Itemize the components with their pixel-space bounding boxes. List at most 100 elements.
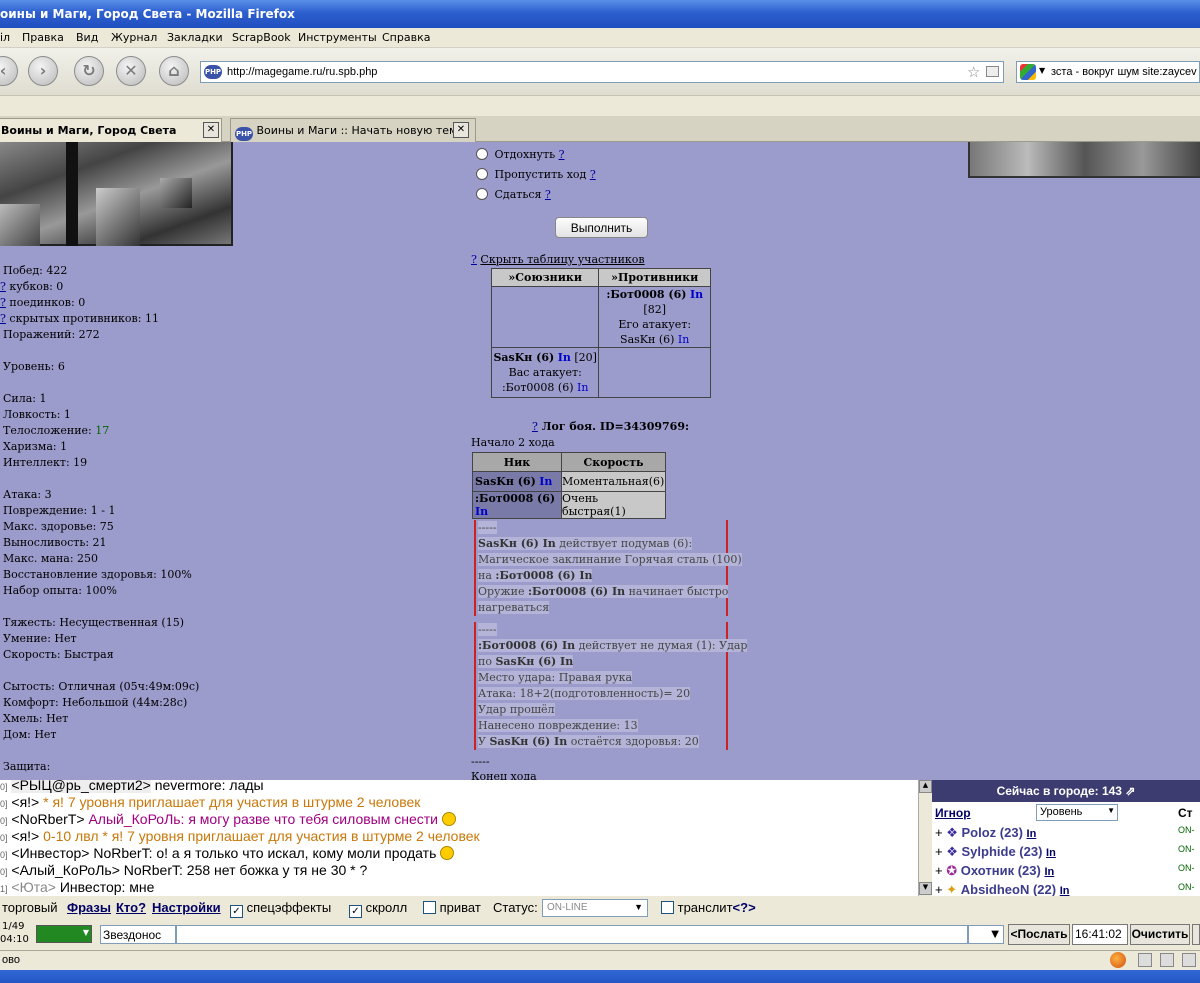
menu-history[interactable]: Журнал xyxy=(111,31,157,44)
effects-toggle[interactable]: ✓ спецэффекты xyxy=(230,900,331,918)
help-link[interactable]: ? xyxy=(471,253,477,266)
back-icon[interactable]: ‹ xyxy=(0,56,18,86)
expand-icon[interactable]: + xyxy=(935,863,943,878)
scroll-toggle[interactable]: ✓ скролл xyxy=(349,900,407,918)
ignore-link[interactable]: Игнор xyxy=(935,806,971,820)
expand-icon[interactable]: + xyxy=(935,882,943,897)
status-select[interactable]: ON-LINE ▼ xyxy=(542,899,648,917)
user-name[interactable]: Poloz (23) xyxy=(962,825,1023,840)
tab-active[interactable]: Воины и Маги, Город Света ✕ xyxy=(0,118,222,142)
speed-row-nick-text[interactable]: SasKн (6) xyxy=(475,475,536,488)
checkbox-checked-icon[interactable]: ✓ xyxy=(230,905,243,918)
bookmark-star-icon[interactable]: ☆ xyxy=(967,63,980,81)
radio-skip[interactable] xyxy=(476,168,488,180)
tab-inactive[interactable]: PHP Воины и Маги :: Начать новую тему ✕ xyxy=(230,118,476,142)
menu-help[interactable]: Справка xyxy=(382,31,430,44)
help-link[interactable]: ? xyxy=(0,280,6,293)
menu-file[interactable]: іл xyxy=(0,31,10,44)
reload-icon[interactable]: ↻ xyxy=(74,56,104,86)
info-link[interactable]: In xyxy=(690,288,703,301)
translit-help-link[interactable]: <?> xyxy=(733,900,756,915)
online-user[interactable]: + ❖ Poloz (23) In ON- xyxy=(932,825,1195,841)
clear-button[interactable]: Очистить xyxy=(1130,924,1190,945)
scroll-up-icon[interactable]: ▲ xyxy=(919,780,932,793)
sort-select[interactable]: Уровень ▼ xyxy=(1036,804,1118,821)
user-name[interactable]: Охотник (23) xyxy=(961,863,1041,878)
speed-row-nick-text[interactable]: :Бот0008 (6) xyxy=(475,492,555,505)
info-link[interactable]: In xyxy=(539,475,552,488)
chat-nick[interactable]: <NoRberT> xyxy=(11,811,84,827)
online-user[interactable]: + ❖ Sylphide (23) In ON- xyxy=(932,844,1195,860)
submit-button[interactable]: Выполнить xyxy=(555,217,648,238)
chat-scrollbar[interactable]: ▲ ▼ xyxy=(918,780,932,896)
feed-icon[interactable] xyxy=(986,66,999,77)
hide-table-link[interactable]: Скрыть таблицу участников xyxy=(480,253,644,266)
menu-edit[interactable]: Правка xyxy=(22,31,64,44)
translit-toggle[interactable]: транслит<?> xyxy=(661,900,756,915)
close-tab-icon[interactable]: ✕ xyxy=(203,122,219,138)
chat-nick[interactable]: <Инвестор> xyxy=(11,845,89,861)
info-link[interactable]: In xyxy=(678,333,689,346)
info-link[interactable]: In xyxy=(475,505,488,518)
send-button[interactable]: <Послать xyxy=(1008,924,1070,945)
extra-button[interactable] xyxy=(1192,924,1200,945)
settings-link[interactable]: Настройки xyxy=(152,900,221,915)
addon-icon[interactable] xyxy=(1182,953,1196,967)
home-icon[interactable]: ⌂ xyxy=(159,56,189,86)
url-bar[interactable]: PHP http://magegame.ru/ru.spb.php ☆ xyxy=(200,61,1004,83)
popout-icon[interactable]: ⇗ xyxy=(1125,784,1135,798)
chat-nick[interactable]: <я!> xyxy=(11,794,39,810)
phrases-link[interactable]: Фразы xyxy=(67,900,111,915)
info-link[interactable]: In xyxy=(1027,828,1037,840)
help-link[interactable]: ? xyxy=(559,148,565,161)
scroll-down-icon[interactable]: ▼ xyxy=(919,882,932,895)
help-link[interactable]: ? xyxy=(0,312,6,325)
firefox-icon[interactable] xyxy=(1110,952,1126,968)
menu-scrapbook[interactable]: ScrapBook xyxy=(232,31,291,44)
menu-view[interactable]: Вид xyxy=(76,31,98,44)
checkbox-icon[interactable] xyxy=(661,901,674,914)
info-link[interactable]: In xyxy=(1046,847,1056,859)
radio-surrender[interactable] xyxy=(476,188,488,200)
private-toggle[interactable]: приват xyxy=(423,900,481,915)
user-name[interactable]: Sylphide (23) xyxy=(962,844,1043,859)
user-name[interactable]: AbsidheoN (22) xyxy=(961,882,1056,897)
help-link[interactable]: ? xyxy=(590,168,596,181)
help-link[interactable]: ? xyxy=(0,296,6,309)
info-link[interactable]: In xyxy=(577,381,588,394)
color-picker[interactable]: ▼ xyxy=(36,925,92,943)
menu-tools[interactable]: Инструменты xyxy=(298,31,377,44)
help-link[interactable]: ? xyxy=(532,420,538,433)
checkbox-checked-icon[interactable]: ✓ xyxy=(349,905,362,918)
addon-icon[interactable] xyxy=(1138,953,1152,967)
target-nick[interactable]: Звездонос xyxy=(100,925,176,944)
addon-icon[interactable] xyxy=(1160,953,1174,967)
checkbox-icon[interactable] xyxy=(423,901,436,914)
action-rest[interactable]: Отдохнуть ? xyxy=(476,148,565,161)
chat-nick[interactable]: <Юта> xyxy=(11,879,56,895)
chat-nick[interactable]: <я!> xyxy=(11,828,39,844)
close-tab-icon[interactable]: ✕ xyxy=(453,122,469,138)
action-skip[interactable]: Пропустить ход ? xyxy=(476,168,596,181)
ally-name[interactable]: SasKн (6) xyxy=(493,351,554,364)
info-link[interactable]: In xyxy=(558,351,571,364)
chat-nick[interactable]: <РЫЦ@рь_смерти2> xyxy=(11,780,151,793)
expand-icon[interactable]: + xyxy=(935,825,943,840)
search-bar[interactable]: ▼ зста - вокруг шум site:zaycev xyxy=(1016,61,1200,83)
message-input[interactable] xyxy=(176,925,968,944)
info-link[interactable]: In xyxy=(1044,866,1054,878)
online-user[interactable]: + ✪ Охотник (23) In ON- xyxy=(932,863,1195,879)
help-link[interactable]: ? xyxy=(545,188,551,201)
menu-bookmarks[interactable]: Закладки xyxy=(167,31,223,44)
stop-icon[interactable]: ✕ xyxy=(116,56,146,86)
google-icon[interactable] xyxy=(1020,64,1036,80)
history-dropdown[interactable]: ▼ xyxy=(968,925,1004,944)
radio-rest[interactable] xyxy=(476,148,488,160)
search-engine-dropdown-icon[interactable]: ▼ xyxy=(1039,66,1045,75)
action-surrender[interactable]: Сдаться ? xyxy=(476,188,551,201)
expand-icon[interactable]: + xyxy=(935,844,943,859)
enemy-name[interactable]: :Бот0008 (6) xyxy=(606,288,686,301)
who-link[interactable]: Кто? xyxy=(116,900,146,915)
chat-nick[interactable]: <Алый_КоРоЛь> xyxy=(11,862,119,878)
forward-icon[interactable]: › xyxy=(28,56,58,86)
